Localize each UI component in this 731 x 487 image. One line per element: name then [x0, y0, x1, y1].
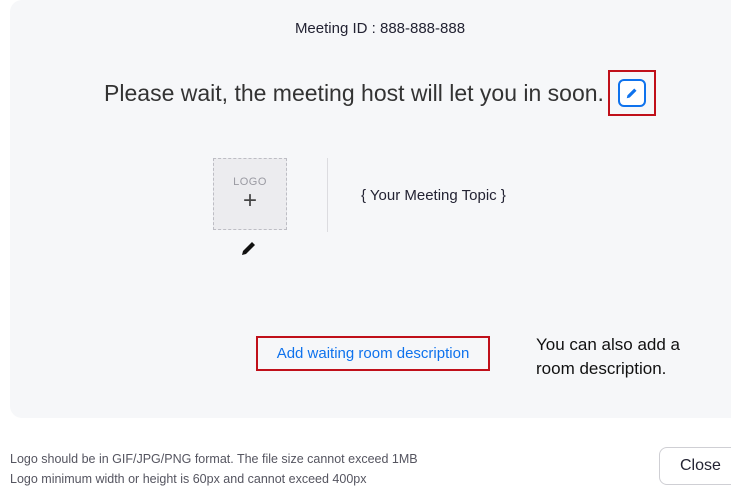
format-note: Logo should be in GIF/JPG/PNG format. Th…: [10, 452, 418, 466]
annotation-line-1: You can also add a: [536, 335, 680, 354]
meeting-topic[interactable]: { Your Meeting Topic }: [361, 187, 506, 204]
meeting-id: Meeting ID : 888-888-888: [294, 20, 466, 37]
pencil-icon: [626, 88, 637, 99]
annotation-line-2: room description.: [536, 359, 667, 378]
wait-message-row: Please wait, the meeting host will let y…: [10, 70, 731, 116]
wait-message: Please wait, the meeting host will let y…: [104, 79, 604, 106]
logo-requirements: Logo should be in GIF/JPG/PNG format. Th…: [10, 449, 418, 487]
pencil-icon[interactable]: [241, 240, 257, 256]
add-description-highlight: Add waiting room description: [256, 336, 490, 371]
edit-title-button[interactable]: [617, 79, 646, 107]
logo-upload-box[interactable]: LOGO +: [213, 158, 287, 230]
edit-title-highlight: [607, 70, 656, 116]
add-description-link[interactable]: Add waiting room description: [277, 345, 470, 362]
plus-icon: +: [242, 187, 257, 214]
size-note: Logo minimum width or height is 60px and…: [10, 472, 367, 486]
vertical-divider: [327, 158, 328, 232]
annotation-note: You can also add a room description.: [536, 333, 726, 381]
close-button[interactable]: Close: [659, 447, 731, 485]
